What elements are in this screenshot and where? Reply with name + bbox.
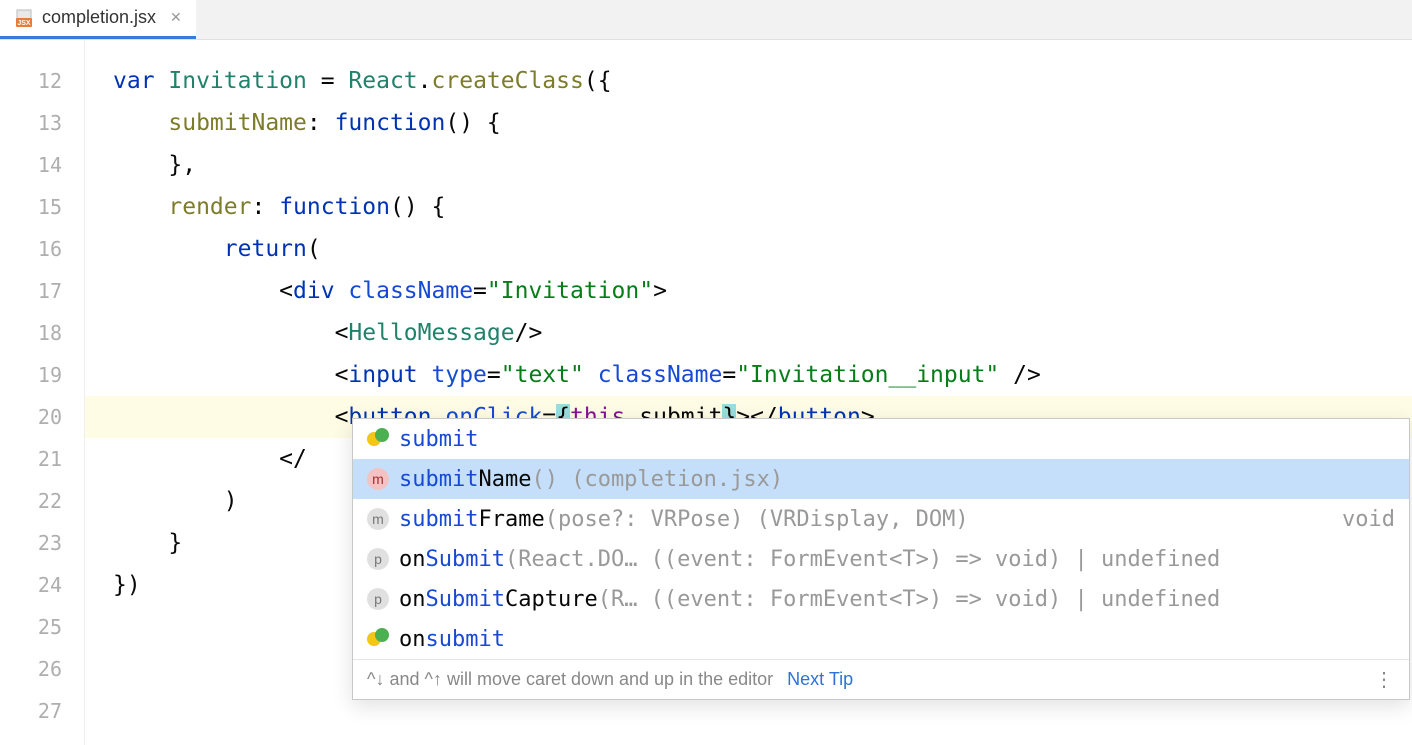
method-icon: m (367, 468, 389, 490)
gutter-line-number: 18 (0, 312, 84, 354)
completion-item[interactable]: m submitFrame(pose?: VRPose) (VRDisplay, … (353, 499, 1409, 539)
completion-item[interactable]: submit (353, 419, 1409, 459)
editor-tab[interactable]: JSX completion.jsx ✕ (0, 0, 196, 39)
completion-type: void (1342, 507, 1395, 532)
gutter-line-number: 13 (0, 102, 84, 144)
completion-label: onSubmit (React.DO… ((event: FormEvent<T… (399, 547, 1220, 572)
completion-label: submitFrame(pose?: VRPose) (VRDisplay, D… (399, 507, 969, 532)
tab-bar: JSX completion.jsx ✕ (0, 0, 1412, 40)
code-line[interactable]: <input type="text" className="Invitation… (85, 354, 1412, 396)
tab-filename: completion.jsx (42, 7, 156, 28)
code-line[interactable]: <div className="Invitation"> (85, 270, 1412, 312)
footer-hint: ^↓ and ^↑ will move caret down and up in… (367, 669, 773, 690)
next-tip-link[interactable]: Next Tip (787, 669, 853, 690)
gutter-line-number: 19 (0, 354, 84, 396)
completion-item[interactable]: m submitName() (completion.jsx) (353, 459, 1409, 499)
gutter-line-number: 22 (0, 480, 84, 522)
gutter-line-number: 12 (0, 60, 84, 102)
completion-item[interactable]: p onSubmitCapture (R… ((event: FormEvent<… (353, 579, 1409, 619)
completion-label: onsubmit (399, 627, 505, 652)
gutter-line-number: 20 (0, 396, 84, 438)
gutter-line-number: 25 (0, 606, 84, 648)
code-line[interactable]: }, (85, 144, 1412, 186)
code-line[interactable]: <HelloMessage/> (85, 312, 1412, 354)
code-line[interactable]: return( (85, 228, 1412, 270)
close-icon[interactable]: ✕ (170, 9, 182, 26)
gutter-line-number: 24 (0, 564, 84, 606)
code-line[interactable]: var Invitation = React.createClass({ (85, 60, 1412, 102)
completion-label: submit (399, 427, 478, 452)
property-icon: p (367, 588, 389, 610)
code-line[interactable]: render: function() { (85, 186, 1412, 228)
jsx-file-icon: JSX (14, 8, 34, 28)
more-icon[interactable]: ⋮ (1374, 667, 1395, 692)
completion-popup[interactable]: submitmsubmitName() (completion.jsx)msub… (352, 418, 1410, 700)
gutter-line-number: 27 (0, 690, 84, 732)
js-symbol-icon (367, 628, 389, 650)
editor: 12131415161718192021222324252627 var Inv… (0, 40, 1412, 745)
gutter-line-number: 17 (0, 270, 84, 312)
completion-label: onSubmitCapture (R… ((event: FormEvent<T… (399, 587, 1220, 612)
property-icon: p (367, 548, 389, 570)
gutter-line-number: 14 (0, 144, 84, 186)
gutter-line-number: 26 (0, 648, 84, 690)
completion-item[interactable]: p onSubmit (React.DO… ((event: FormEvent<… (353, 539, 1409, 579)
gutter: 12131415161718192021222324252627 (0, 40, 85, 745)
svg-text:JSX: JSX (17, 20, 31, 27)
gutter-line-number: 21 (0, 438, 84, 480)
completion-footer: ^↓ and ^↑ will move caret down and up in… (353, 659, 1409, 699)
gutter-line-number: 16 (0, 228, 84, 270)
gutter-line-number: 15 (0, 186, 84, 228)
js-symbol-icon (367, 428, 389, 450)
completion-label: submitName() (completion.jsx) (399, 467, 783, 492)
gutter-line-number: 23 (0, 522, 84, 564)
method-icon: m (367, 508, 389, 530)
completion-item[interactable]: onsubmit (353, 619, 1409, 659)
code-line[interactable]: submitName: function() { (85, 102, 1412, 144)
